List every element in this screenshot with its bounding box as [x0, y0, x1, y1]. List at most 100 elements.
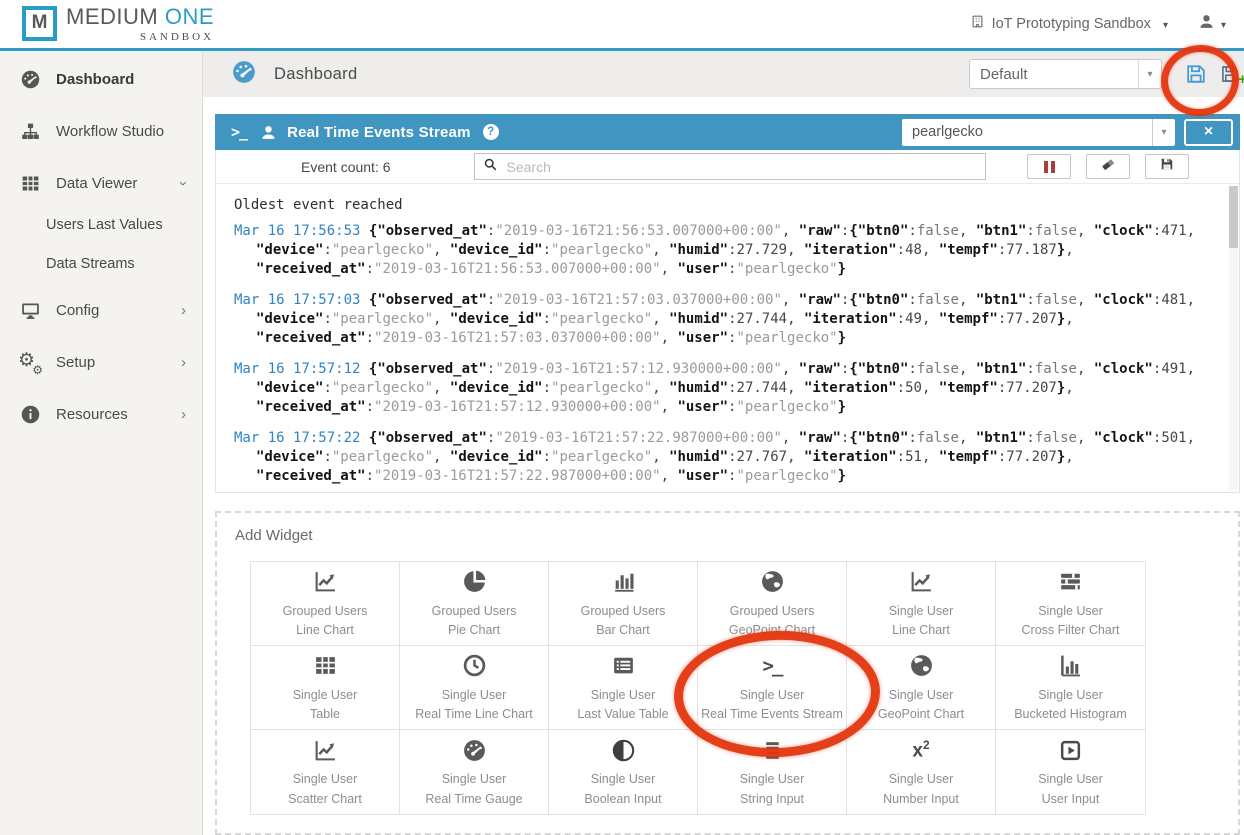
real-time-events-stream-widget: >_ Real Time Events Stream ? pearlgecko …	[215, 114, 1240, 493]
close-icon: ×	[1203, 123, 1214, 140]
widget-kind-label: Real Time Events Stream	[701, 707, 843, 721]
widget-kind-label: Last Value Table	[577, 707, 669, 721]
widget-cell-line-chart[interactable]: Grouped Users Line Chart	[251, 562, 400, 646]
widget-cell-table[interactable]: Single User Table	[251, 646, 400, 730]
event-entry: Mar 16 17:57:03 {"observed_at":"2019-03-…	[234, 292, 1196, 346]
logo-sandbox-label: SANDBOX	[139, 30, 215, 43]
sidebar-item-setup[interactable]: ⚙ ⚙ Setup ›	[18, 347, 202, 377]
widget-kind-label: Line Chart	[296, 623, 354, 637]
boolean-icon	[611, 735, 636, 765]
save-dashboard-button[interactable]	[1185, 63, 1207, 85]
clear-stream-button[interactable]	[1086, 154, 1130, 179]
top-bar: M MEDIUM ONE SANDBOX IoT Prototyping San…	[0, 0, 1244, 51]
table-icon	[313, 651, 338, 681]
sidebar-item-config[interactable]: Config ›	[20, 295, 202, 325]
scatter-chart-icon	[313, 735, 338, 765]
stream-toolbar: Event count: 6	[216, 150, 1239, 184]
widget-cell-pie-chart[interactable]: Grouped Users Pie Chart	[400, 562, 549, 646]
string-bars-icon	[760, 735, 785, 765]
widget-cell-scatter-chart[interactable]: Single User Scatter Chart	[251, 730, 400, 814]
sidebar-label-workflow-studio: Workflow Studio	[56, 122, 165, 140]
select-caret-icon[interactable]: ▾	[1152, 118, 1175, 146]
close-widget-button[interactable]: ×	[1184, 118, 1233, 146]
widget-kind-label: Scatter Chart	[288, 791, 362, 806]
search-box[interactable]	[473, 153, 986, 180]
widget-cell-bucketed-histogram[interactable]: Single User Bucketed Histogram	[996, 646, 1145, 730]
logo-one: ONE	[164, 3, 215, 29]
widget-cell-cross-filter-chart[interactable]: Single User Cross Filter Chart	[996, 562, 1145, 646]
logo-m-icon: M	[22, 5, 57, 41]
sidebar-label-dashboard: Dashboard	[56, 70, 135, 88]
help-icon[interactable]: ?	[482, 124, 499, 140]
search-input[interactable]	[504, 157, 977, 176]
widget-group-label: Grouped Users	[431, 603, 517, 618]
histogram-icon	[1058, 651, 1083, 681]
widget-group-label: Single User	[590, 772, 656, 787]
widget-group-label: Single User	[1038, 772, 1103, 787]
widget-kind-label: Boolean Input	[584, 791, 662, 806]
widget-group-label: Single User	[888, 603, 954, 618]
widget-cell-bar-chart[interactable]: Grouped Users Bar Chart	[549, 562, 698, 646]
widget-cell-real-time-gauge[interactable]: Single User Real Time Gauge	[400, 730, 549, 814]
widget-cell-real-time-events-stream[interactable]: >_ Single User Real Time Events Stream	[698, 646, 847, 730]
pie-chart-icon	[462, 567, 487, 597]
scrollbar-thumb[interactable]	[1229, 186, 1238, 248]
sidebar-item-data-viewer[interactable]: Data Viewer ›	[20, 168, 202, 198]
device-user-select[interactable]: pearlgecko ▾	[902, 118, 1175, 146]
top-right-cluster: IoT Prototyping Sandbox ▾ ▾	[970, 13, 1226, 35]
event-count: Event count: 6	[301, 158, 391, 175]
medium-one-logo[interactable]: M MEDIUM ONE SANDBOX	[22, 3, 215, 43]
widget-cell-geopoint-chart[interactable]: Single User GeoPoint Chart	[847, 646, 996, 730]
event-entry: Mar 16 17:56:53 {"observed_at":"2019-03-…	[234, 223, 1196, 277]
save-stream-button[interactable]	[1145, 154, 1189, 179]
widget-group-label: Grouped Users	[580, 603, 666, 618]
event-timestamp: Mar 16 17:57:12	[234, 361, 361, 377]
app-root: M MEDIUM ONE SANDBOX IoT Prototyping San…	[0, 0, 1244, 835]
line-chart-icon	[909, 567, 934, 597]
widget-kind-label: Line Chart	[892, 623, 950, 637]
cross-filter-icon	[1058, 567, 1083, 597]
scrollbar-track[interactable]	[1229, 186, 1238, 490]
x-squared-icon: x2	[912, 737, 930, 762]
dashboard-select[interactable]: Default ▾	[969, 59, 1162, 89]
info-icon	[20, 404, 41, 425]
widget-cell-real-time-line-chart[interactable]: Single User Real Time Line Chart	[400, 646, 549, 730]
widget-kind-label: Real Time Line Chart	[415, 707, 533, 721]
widget-kind-label: Cross Filter Chart	[1021, 623, 1120, 637]
stream-widget-header: >_ Real Time Events Stream ? pearlgecko …	[215, 114, 1240, 150]
pause-stream-button[interactable]	[1027, 154, 1071, 179]
event-timestamp: Mar 16 17:56:53	[234, 223, 361, 239]
save-plus-icon	[1222, 66, 1238, 82]
sidebar-item-workflow-studio[interactable]: Workflow Studio	[20, 116, 202, 146]
widget-kind-label: GeoPoint Chart	[877, 707, 965, 721]
event-log[interactable]: Oldest event reached Mar 16 17:56:53 {"o…	[216, 184, 1239, 492]
save-icon	[1160, 157, 1174, 176]
search-icon	[483, 157, 498, 177]
widget-cell-string-input[interactable]: Single User String Input	[698, 730, 847, 814]
widget-cell-line-chart[interactable]: Single User Line Chart	[847, 562, 996, 646]
save-as-new-dashboard-button[interactable]: +	[1220, 64, 1244, 88]
sidebar-item-dashboard[interactable]: Dashboard	[20, 64, 202, 94]
widget-cell-number-input[interactable]: x2 Single User Number Input	[847, 730, 996, 814]
user-menu-caret-icon[interactable]: ▾	[1221, 20, 1226, 31]
workspace-selector[interactable]: IoT Prototyping Sandbox	[992, 16, 1151, 32]
user-icon[interactable]	[1198, 13, 1215, 35]
sidebar-label-config: Config	[56, 301, 100, 319]
gauge-icon	[462, 735, 487, 765]
sidebar-item-data-streams[interactable]: Data Streams	[46, 249, 202, 279]
widget-cell-geopoint-chart[interactable]: Grouped Users GeoPoint Chart	[698, 562, 847, 646]
chevron-right-icon: ›	[181, 405, 186, 423]
sidebar-item-resources[interactable]: Resources ›	[20, 399, 202, 429]
line-chart-icon	[313, 567, 338, 597]
workspace-caret-icon[interactable]: ▾	[1163, 20, 1168, 31]
widget-cell-boolean-input[interactable]: Single User Boolean Input	[549, 730, 698, 814]
event-timestamp: Mar 16 17:57:03	[234, 292, 361, 308]
list-table-icon	[611, 651, 636, 681]
widget-group-label: Single User	[292, 772, 358, 787]
sidebar-item-users-last-values[interactable]: Users Last Values	[46, 210, 202, 240]
select-caret-icon[interactable]: ▾	[1138, 60, 1161, 88]
widget-group-label: Single User	[1038, 687, 1103, 702]
widget-group-label: Single User	[441, 772, 507, 787]
widget-cell-last-value-table[interactable]: Single User Last Value Table	[549, 646, 698, 730]
widget-cell-user-input[interactable]: Single User User Input	[996, 730, 1145, 814]
